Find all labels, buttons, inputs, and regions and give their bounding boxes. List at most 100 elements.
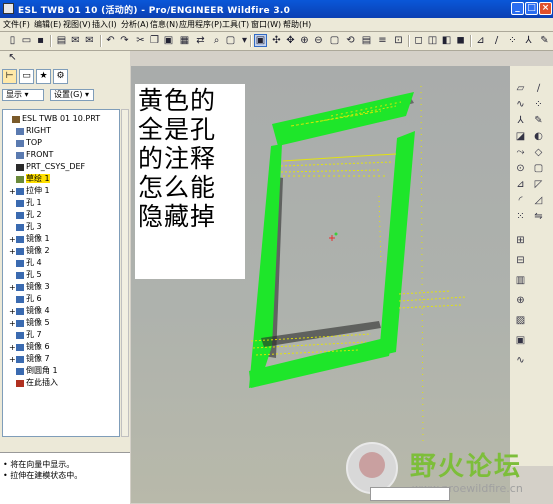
offset-tool-icon[interactable]: ⊕ — [514, 294, 527, 307]
shading-icon[interactable]: ◼ — [454, 34, 467, 47]
annotation-leader[interactable] — [280, 169, 382, 173]
chamfer-tool-icon[interactable]: ◿ — [532, 194, 545, 207]
folder-browser-tab-icon[interactable]: ▭ — [19, 69, 34, 84]
menu-analysis[interactable]: 分析(A) — [121, 19, 149, 30]
maximize-button[interactable]: □ — [525, 2, 538, 15]
model-tree-item[interactable]: 孔 4 — [9, 258, 42, 268]
model-tree-item[interactable]: ESL TWB 01 10.PRT — [5, 114, 100, 124]
hole-tool-icon[interactable]: ⊙ — [514, 162, 527, 175]
cut-icon[interactable]: ✂ — [134, 34, 147, 47]
settings-dropdown[interactable]: 设置(G) ▾ — [50, 89, 94, 101]
mirror-tool-icon[interactable]: ⇋ — [532, 210, 545, 223]
model-tree-item[interactable]: 孔 7 — [9, 330, 42, 340]
sketch-tool-icon[interactable]: ✎ — [532, 114, 545, 127]
draft-tool-icon[interactable]: ◸ — [532, 178, 545, 191]
menu-insert[interactable]: 插入(I) — [92, 19, 117, 30]
show-dropdown[interactable]: 显示 ▾ — [2, 89, 44, 101]
save-icon[interactable]: ▪ — [34, 34, 47, 47]
email-link-icon[interactable]: ✉ — [83, 34, 96, 47]
pattern-tool-icon[interactable]: ⁙ — [514, 210, 527, 223]
datum-planes-icon[interactable]: ⊿ — [474, 34, 487, 47]
model-tree-scrollbar[interactable] — [121, 109, 129, 437]
filter-box[interactable] — [370, 487, 450, 501]
menu-help[interactable]: 帮助(H) — [283, 19, 311, 30]
annotation-leader[interactable] — [282, 153, 397, 162]
expand-toggle-icon[interactable]: + — [9, 343, 16, 353]
round-tool-icon[interactable]: ◜ — [514, 194, 527, 207]
revolve-tool-icon[interactable]: ◐ — [532, 130, 545, 143]
expand-toggle-icon[interactable]: + — [9, 283, 16, 293]
model-tree-item[interactable]: TOP — [9, 138, 42, 148]
expand-toggle-icon[interactable]: + — [9, 355, 16, 365]
model-tree-item[interactable]: PRT_CSYS_DEF — [9, 162, 85, 172]
paste-icon[interactable]: ▣ — [162, 34, 175, 47]
datum-axis-tool-icon[interactable]: ∕ — [532, 82, 545, 95]
rib-tool-icon[interactable]: ⊿ — [514, 178, 527, 191]
model-tree-item[interactable]: + 镜像 1 — [9, 234, 50, 244]
expand-toggle-icon[interactable]: + — [9, 187, 16, 197]
close-button[interactable]: × — [539, 2, 552, 15]
orient-mode-icon[interactable]: ✥ — [284, 34, 297, 47]
view-manager-icon[interactable]: ⊡ — [392, 34, 405, 47]
thicken-tool-icon[interactable]: ▨ — [514, 314, 527, 327]
expand-toggle-icon[interactable]: + — [9, 307, 16, 317]
extrude-tool-icon[interactable]: ◪ — [514, 130, 527, 143]
zoom-out-icon[interactable]: ⊖ — [312, 34, 325, 47]
blend-icon[interactable]: ◇ — [532, 146, 545, 159]
solidify-tool-icon[interactable]: ▣ — [514, 334, 527, 347]
model-tree-item[interactable]: + 镜像 3 — [9, 282, 50, 292]
annotation-leader[interactable] — [280, 161, 394, 167]
model-tree-item[interactable]: 在此插入 — [9, 378, 58, 388]
datum-plane-tool-icon[interactable]: ▱ — [514, 82, 527, 95]
repaint-icon[interactable]: ▣ — [254, 34, 267, 47]
find-icon[interactable]: ⌕ — [210, 34, 223, 47]
menu-view[interactable]: 视图(V) — [63, 19, 91, 30]
regenerate-icon[interactable]: ⇄ — [194, 34, 207, 47]
csys-tool-icon[interactable]: ⅄ — [514, 114, 527, 127]
model-tree-item[interactable]: 孔 5 — [9, 270, 42, 280]
no-hidden-icon[interactable]: ◧ — [440, 34, 453, 47]
style-tool-icon[interactable]: ∿ — [514, 354, 527, 367]
menu-info[interactable]: 信息(N) — [150, 19, 178, 30]
model-tree-item[interactable]: 草绘 1 — [9, 174, 50, 184]
model-tree-item[interactable]: + 镜像 5 — [9, 318, 50, 328]
new-icon[interactable]: ▯ — [6, 34, 19, 47]
menu-applications[interactable]: 应用程序(P) — [179, 19, 222, 30]
zoom-in-icon[interactable]: ⊕ — [298, 34, 311, 47]
datum-axes-icon[interactable]: / — [490, 34, 503, 47]
annotation-leader[interactable] — [398, 296, 467, 302]
saved-views-icon[interactable]: ▤ — [360, 34, 373, 47]
annotation-leader[interactable] — [378, 195, 382, 267]
cursor-icon[interactable]: ↖ — [6, 51, 19, 64]
hidden-line-icon[interactable]: ◫ — [426, 34, 439, 47]
expand-toggle-icon[interactable]: + — [9, 319, 16, 329]
model-tree-item[interactable]: + 镜像 4 — [9, 306, 50, 316]
expand-toggle-icon[interactable]: + — [9, 247, 16, 257]
coordinate-systems-icon[interactable]: ⅄ — [522, 34, 535, 47]
menu-tools[interactable]: 工具(T) — [222, 19, 249, 30]
expand-toggle-icon[interactable]: + — [9, 235, 16, 245]
model-tree-item[interactable]: FRONT — [9, 150, 53, 160]
open-icon[interactable]: ▭ — [20, 34, 33, 47]
spin-center-icon[interactable]: ✣ — [270, 34, 283, 47]
model-tree-item[interactable]: 孔 2 — [9, 210, 42, 220]
extend-tool-icon[interactable]: ▥ — [514, 274, 527, 287]
model-tree-item[interactable]: + 镜像 6 — [9, 342, 50, 352]
model-tree-item[interactable]: + 镜像 2 — [9, 246, 50, 256]
connections-tab-icon[interactable]: ⚙ — [53, 69, 68, 84]
datum-points-icon[interactable]: ⁘ — [506, 34, 519, 47]
model-tree-item[interactable]: + 镜像 7 — [9, 354, 50, 364]
favorites-tab-icon[interactable]: ★ — [36, 69, 51, 84]
model-tree-item[interactable]: 倒圆角 1 — [9, 366, 58, 376]
merge-tool-icon[interactable]: ⊞ — [514, 234, 527, 247]
datum-curve-tool-icon[interactable]: ∿ — [514, 98, 527, 111]
model-tree-item[interactable]: 孔 1 — [9, 198, 42, 208]
annotation-leader[interactable] — [398, 304, 462, 309]
email-icon[interactable]: ✉ — [69, 34, 82, 47]
minimize-button[interactable]: _ — [511, 2, 524, 15]
model-tree-item[interactable]: 孔 6 — [9, 294, 42, 304]
print-icon[interactable]: ▤ — [55, 34, 68, 47]
annotation-leader[interactable] — [420, 85, 424, 447]
model-tree-tab-icon[interactable]: ⊢ — [2, 69, 17, 84]
undo-icon[interactable]: ↶ — [104, 34, 117, 47]
